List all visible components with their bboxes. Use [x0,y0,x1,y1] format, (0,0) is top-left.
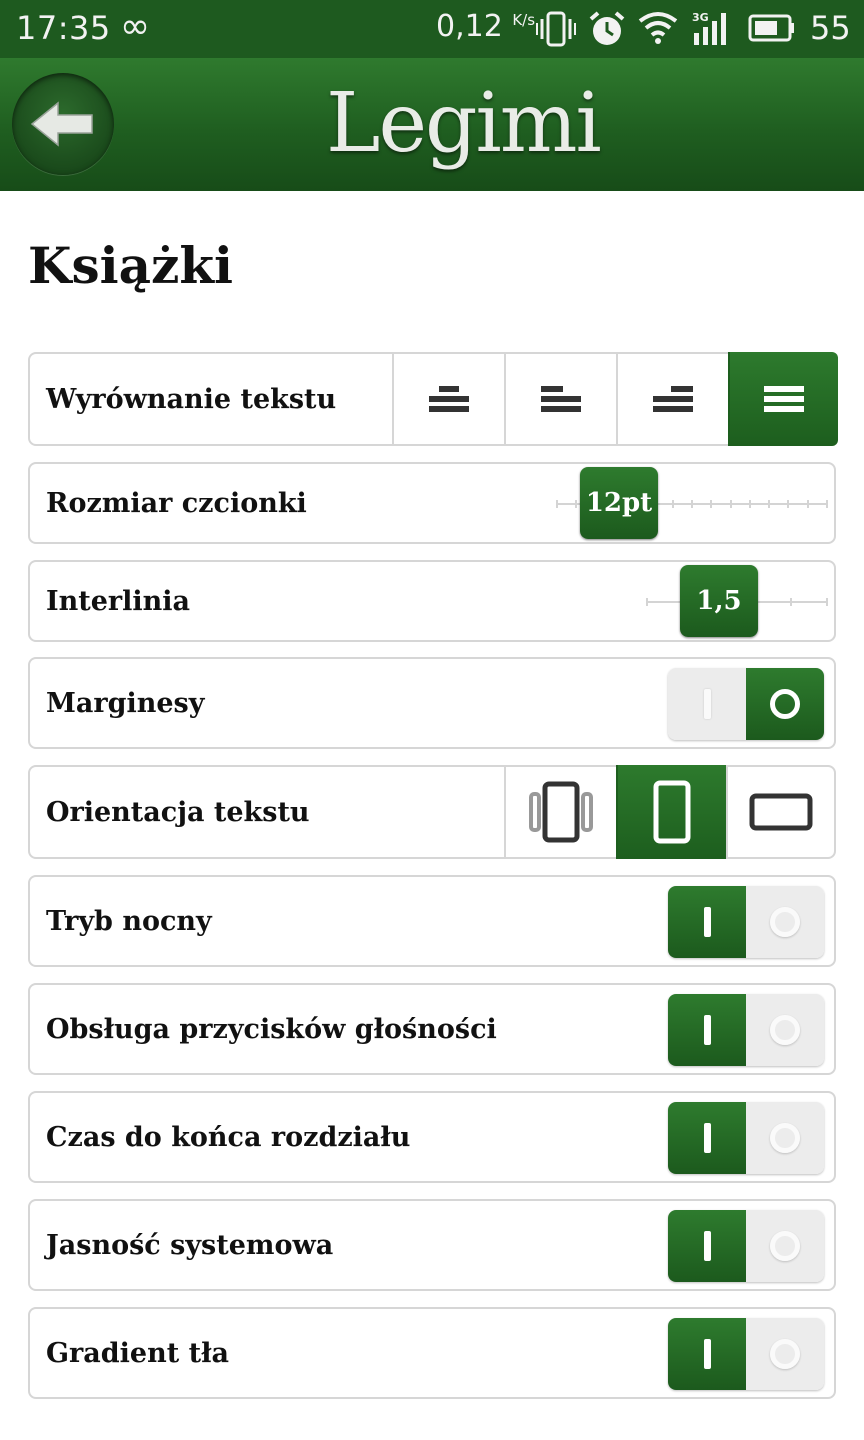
svg-text:3G: 3G [692,11,709,24]
toggle-on-icon [703,1231,711,1261]
signal-3g-icon: 3G [692,11,726,45]
setting-text-alignment: Wyrównanie tekstu [28,352,838,446]
setting-margins: Marginesy [28,657,836,749]
toggle-on-icon [703,1015,711,1045]
toggle-off-icon [770,907,800,937]
toggle-on-icon [703,689,711,719]
setting-background-gradient: Gradient tła [28,1307,836,1399]
setting-label: Obsługa przycisków głośności [46,1013,497,1045]
slider-tick [556,500,558,508]
setting-label: Tryb nocny [46,905,212,937]
setting-label: Rozmiar czcionki [46,487,307,519]
toggle-off-icon [770,1123,800,1153]
battery-icon [748,14,794,42]
setting-font-size: Rozmiar czcionki 12pt [28,462,836,544]
slider-tick [787,500,790,508]
back-button[interactable] [12,73,114,175]
background-gradient-toggle[interactable] [668,1318,824,1390]
night-mode-toggle[interactable] [668,886,824,958]
toggle-on-icon [703,1339,711,1369]
slider-tick [826,500,828,508]
vibrate-icon [536,11,576,47]
orientation-auto-button[interactable] [504,765,616,859]
legimi-logo: Legimi [326,76,602,171]
volume-keys-toggle[interactable] [668,994,824,1066]
setting-label: Gradient tła [46,1337,229,1369]
slider-tick [806,500,809,508]
status-time: 17:35 [16,9,111,47]
slider-tick [691,500,693,508]
orientation-segmented-control [504,765,834,859]
network-speed: 0,12 K/s [436,9,536,44]
phone-landscape-icon [749,793,813,831]
toggle-off-icon [770,1015,800,1045]
setting-volume-keys: Obsługa przycisków głośności [28,983,836,1075]
battery-level: 55 [810,9,851,47]
slider-tick [826,598,828,606]
font-size-slider-knob[interactable]: 12pt [580,467,658,539]
infinity-icon: ∞ [120,6,150,47]
slider-tick [671,500,674,508]
wifi-icon [638,12,678,44]
align-left-button[interactable] [504,352,616,446]
line-spacing-slider-knob[interactable]: 1,5 [680,565,758,637]
alarm-icon [589,11,625,45]
slider-tick [748,500,751,508]
screen-rotation-icon [529,781,593,843]
setting-label: Orientacja tekstu [46,796,310,828]
slider-tick [768,500,771,508]
setting-label: Marginesy [46,687,205,719]
page-title: Książki [28,236,234,295]
status-bar: 17:35 ∞ 0,12 K/s 3G 55 [0,0,864,58]
slider-tick [575,500,578,508]
align-right-button[interactable] [616,352,728,446]
slider-tick [646,598,648,606]
setting-night-mode: Tryb nocny [28,875,836,967]
slider-tick [729,500,732,508]
toggle-on-icon [703,1123,711,1153]
orientation-portrait-button[interactable] [616,765,726,859]
system-brightness-toggle[interactable] [668,1210,824,1282]
setting-orientation: Orientacja tekstu [28,765,836,859]
setting-label: Czas do końca rozdziału [46,1121,411,1153]
orientation-landscape-button[interactable] [726,765,834,859]
toggle-off-icon [770,1339,800,1369]
arrow-left-icon [30,101,93,147]
margins-toggle[interactable] [668,668,824,740]
align-justify-button[interactable] [728,352,838,446]
slider-tick [710,500,713,508]
setting-label: Interlinia [46,585,191,617]
chapter-time-toggle[interactable] [668,1102,824,1174]
setting-label: Wyrównanie tekstu [46,383,337,415]
toggle-off-icon [770,1231,800,1261]
align-center-button[interactable] [392,352,504,446]
toggle-on-icon [703,907,711,937]
setting-chapter-time: Czas do końca rozdziału [28,1091,836,1183]
setting-label: Jasność systemowa [46,1229,334,1261]
slider-tick [790,598,792,606]
align-center-icon [429,386,469,412]
align-justify-icon [764,386,804,412]
align-right-icon [653,386,693,412]
toggle-off-icon [770,689,800,719]
setting-line-spacing: Interlinia 1,5 [28,560,836,642]
phone-portrait-icon [653,780,691,844]
alignment-segmented-control [392,352,838,446]
setting-system-brightness: Jasność systemowa [28,1199,836,1291]
align-left-icon [541,386,581,412]
app-header: Legimi [0,58,864,191]
